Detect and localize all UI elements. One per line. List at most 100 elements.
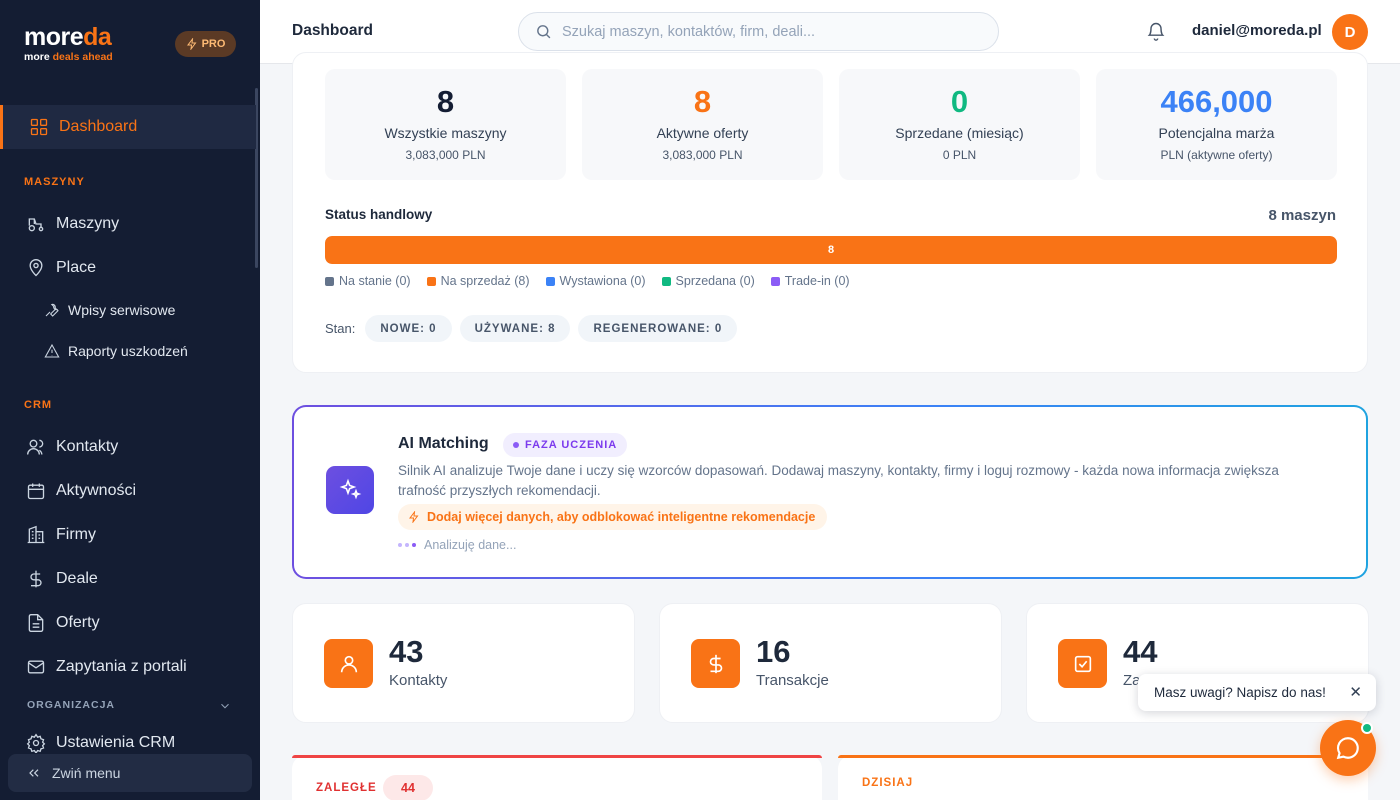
status-bar-value: 8 [827,244,835,256]
pro-badge: PRO [175,31,236,57]
chevrons-left-icon [29,769,39,777]
ai-analyzing-label: Analizuję dane... [424,538,517,552]
sidebar-item-label: Raporty uszkodzeń [68,343,188,359]
stat-sub: 3,083,000 PLN [662,148,743,162]
sidebar-item-label: Oferty [56,614,100,631]
sidebar: moreda more deals ahead PRO Dashboard MA… [0,0,260,800]
stat-label: Sprzedane (miesiąc) [895,125,1024,141]
sidebar-item-activities[interactable]: Aktywności [0,471,256,511]
dollar-icon [691,639,740,688]
stat-active-offers: 8 Aktywne oferty 3,083,000 PLN [582,69,823,180]
calendar-icon [27,483,45,500]
ai-phase-label: FAZA UCZENIA [525,439,618,451]
legend-item: Trade-in (0) [770,274,850,288]
sidebar-item-offers[interactable]: Oferty [0,603,256,643]
dollar-icon [30,570,42,588]
stat-value: 8 [693,84,712,119]
stat-sub: PLN (aktywne oferty) [1160,148,1273,162]
map-pin-icon [29,259,43,277]
overdue-label: ZALEGŁE [316,782,377,794]
sidebar-item-dashboard[interactable]: Dashboard [0,105,256,149]
stat-sub: 3,083,000 PLN [405,148,486,162]
logo[interactable]: moreda more deals ahead [24,24,113,63]
sidebar-item-service-entries[interactable]: Wpisy serwisowe [0,290,256,330]
ai-hint[interactable]: Dodaj więcej danych, aby odblokować inte… [398,504,828,530]
user-email[interactable]: daniel@moreda.pl [1192,22,1322,39]
stat-all-machines: 8 Wszystkie maszyny 3,083,000 PLN [325,69,566,180]
condition-row: Stan: NOWE: 0 UŻYWANE: 8 REGENEROWANE: 0 [325,315,738,342]
status-progress-bar[interactable]: 8 [325,236,1337,264]
kpi-value: 16 [756,634,791,669]
sidebar-item-contacts[interactable]: Kontakty [0,427,256,467]
section-organization[interactable]: ORGANIZACJA [27,699,115,711]
sidebar-item-label: Deale [56,570,98,587]
legend-dot [770,276,780,286]
checkbox-icon [1058,639,1107,688]
gear-icon [26,733,46,753]
mail-icon [27,660,45,674]
ai-phase-badge: FAZA UCZENIA [503,433,628,457]
ai-description: Silnik AI analizuje Twoje dane i uczy si… [398,463,1279,498]
sidebar-item-companies[interactable]: Firmy [0,515,256,555]
building-icon [27,525,45,544]
sparkles-icon [326,466,374,514]
sidebar-item-label: Dashboard [59,118,138,135]
bell-icon[interactable] [1146,21,1166,41]
stat-sub: 0 PLN [942,148,977,162]
warning-icon [44,343,60,358]
user-icon [324,639,373,688]
condition-pill-new[interactable]: NOWE: 0 [365,315,452,342]
today-topline [838,755,1368,758]
search-box[interactable] [518,12,999,51]
stat-sold-month: 0 Sprzedane (miesiąc) 0 PLN [839,69,1080,180]
condition-pill-regenerated[interactable]: REGENEROWANE: 0 [578,315,738,342]
badge-dot [513,442,519,448]
lightning-icon [409,511,419,523]
status-legend: Na stanie (0) Na sprzedaż (8) Wystawiona… [325,274,850,288]
sidebar-item-places[interactable]: Place [0,248,256,288]
document-icon [28,614,44,632]
legend-label: Na sprzedaż (8) [440,274,530,288]
page-title: Dashboard [292,22,373,39]
sidebar-item-label: Kontakty [56,438,119,455]
sidebar-item-label: Ustawienia CRM [56,734,176,751]
search-input[interactable] [562,23,962,40]
stat-label: Aktywne oferty [656,125,749,141]
legend-label: Sprzedana (0) [675,274,755,288]
status-count: 8 maszyn [1268,207,1336,224]
today-tasks-card: DZISIAJ [838,755,1368,800]
condition-pill-used[interactable]: UŻYWANE: 8 [459,315,571,342]
sidebar-item-deals[interactable]: Deale [0,559,256,599]
loading-dots [398,543,416,547]
pro-badge-label: PRO [201,38,226,50]
kpi-contacts[interactable]: 43 Kontakty [292,603,635,723]
collapse-menu-label: Zwiń menu [52,765,121,781]
sidebar-item-portal-inquiries[interactable]: Zapytania z portali [0,647,256,687]
sidebar-item-damage-reports[interactable]: Raporty uszkodzeń [0,331,256,371]
feedback-tooltip[interactable]: Masz uwagi? Napisz do nas! ✕ [1138,674,1376,711]
sidebar-item-label: Wpisy serwisowe [68,302,176,318]
collapse-menu-button[interactable]: Zwiń menu [8,754,252,792]
close-icon[interactable]: ✕ [1349,683,1362,701]
stat-value: 8 [436,84,455,119]
tagline-main: more [24,51,53,63]
machines-stats-card: 8 Wszystkie maszyny 3,083,000 PLN 8 Akty… [292,52,1368,373]
kpi-value: 43 [389,634,424,669]
stat-label: Potencjalna marża [1158,125,1275,141]
section-crm: CRM [24,399,53,411]
tractor-icon [28,218,44,232]
kpi-transactions[interactable]: 16 Transakcje [659,603,1002,723]
tagline-accent: deals ahead [52,51,113,63]
chevron-down-icon[interactable] [218,699,232,713]
today-label: DZISIAJ [862,777,914,789]
avatar[interactable]: D [1332,14,1368,50]
legend-item: Na stanie (0) [325,274,411,288]
sidebar-item-label: Aktywności [56,482,137,499]
ai-hint-label: Dodaj więcej danych, aby odblokować inte… [427,510,816,524]
logo-accent-text: da [83,23,112,51]
status-title: Status handlowy [325,207,433,222]
stat-potential-margin: 466,000 Potencjalna marża PLN (aktywne o… [1096,69,1337,180]
sidebar-item-machines[interactable]: Maszyny [0,204,256,244]
sidebar-item-label: Place [56,259,97,276]
grid-icon [30,118,48,136]
